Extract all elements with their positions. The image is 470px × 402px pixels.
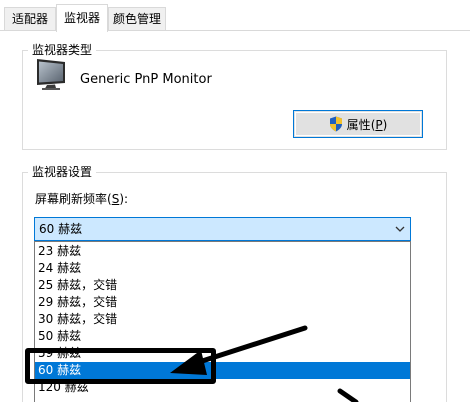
chevron-down-icon[interactable] [394, 223, 406, 235]
refresh-rate-option[interactable]: 25 赫兹，交错 [35, 277, 410, 294]
uac-shield-icon [329, 116, 342, 132]
properties-button-label: 属性(P) [346, 117, 388, 132]
refresh-rate-label: 屏幕刷新频率(S): [35, 192, 129, 206]
refresh-rate-option[interactable]: 59 赫兹 [35, 345, 410, 362]
refresh-rate-option-selected[interactable]: 60 赫兹 [35, 362, 410, 379]
tab-strip: 适配器 监视器 颜色管理 [0, 0, 470, 32]
refresh-rate-dropdown-list[interactable]: 23 赫兹 24 赫兹 25 赫兹，交错 29 赫兹，交错 30 赫兹，交错 5… [34, 241, 411, 402]
refresh-rate-option[interactable]: 29 赫兹，交错 [35, 294, 410, 311]
refresh-rate-option[interactable]: 120 赫兹 [35, 379, 410, 396]
refresh-rate-option[interactable]: 30 赫兹，交错 [35, 311, 410, 328]
refresh-rate-selected-value: 60 赫兹 [39, 222, 83, 236]
tab-monitor[interactable]: 监视器 [56, 4, 108, 32]
monitor-settings-group-title: 监视器设置 [28, 165, 97, 179]
refresh-rate-option[interactable]: 50 赫兹 [35, 328, 410, 345]
monitor-icon [37, 59, 65, 90]
refresh-rate-option[interactable]: 23 赫兹 [35, 243, 410, 260]
tab-adapter[interactable]: 适配器 [4, 7, 56, 31]
refresh-rate-option[interactable]: 24 赫兹 [35, 260, 410, 277]
monitor-type-group-title: 监视器类型 [28, 43, 97, 57]
properties-button[interactable]: 属性(P) [293, 110, 423, 138]
tab-adapter-label: 适配器 [11, 12, 48, 26]
tab-color-management-label: 颜色管理 [112, 12, 161, 26]
monitor-name: Generic PnP Monitor [80, 72, 212, 87]
tab-monitor-label: 监视器 [63, 11, 100, 25]
refresh-rate-select[interactable]: 60 赫兹 [34, 217, 411, 241]
tab-color-management[interactable]: 颜色管理 [108, 7, 166, 31]
